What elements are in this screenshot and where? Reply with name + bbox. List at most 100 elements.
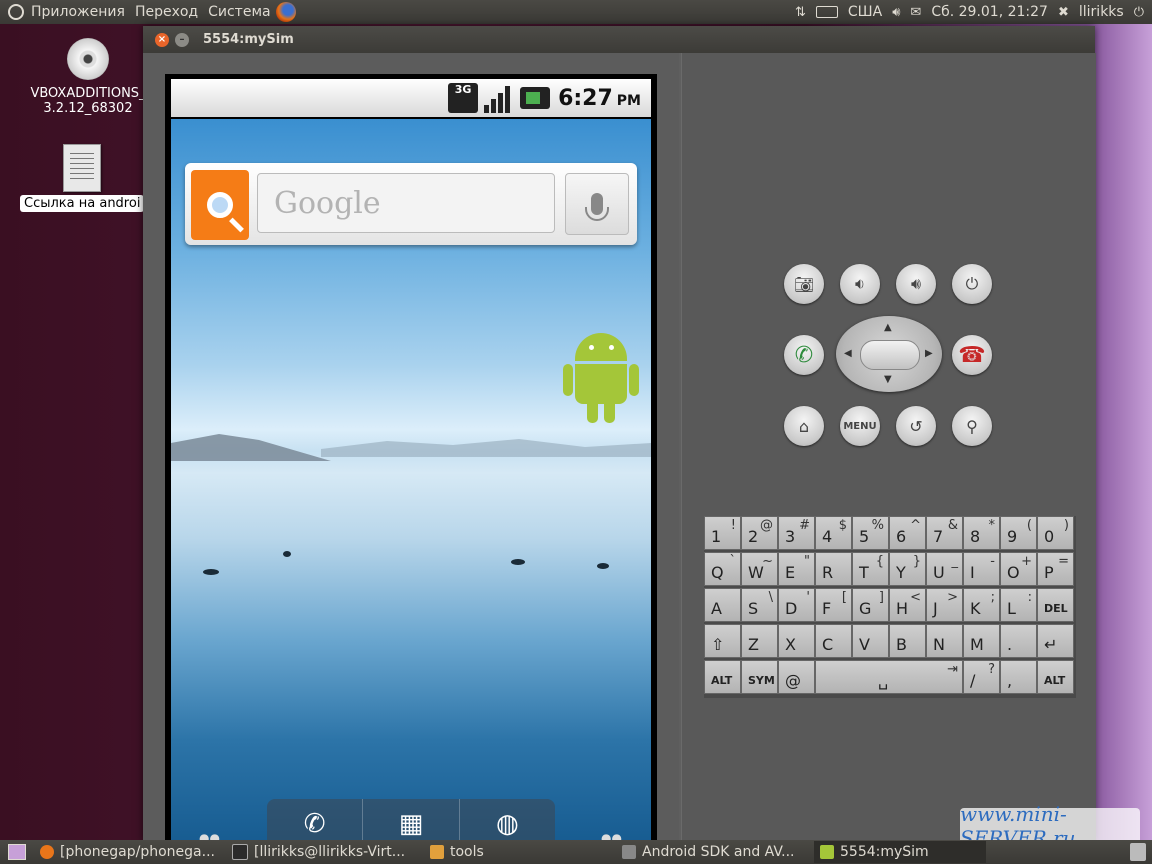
key-m[interactable]: M — [963, 624, 1000, 658]
taskbar-item-firefox[interactable]: [phonegap/phonega... — [34, 841, 226, 863]
voice-search-button[interactable] — [565, 173, 629, 235]
search-icon — [207, 192, 233, 218]
volume-up-button[interactable]: 🔊︎ — [896, 264, 936, 304]
key-j[interactable]: J > — [926, 588, 963, 622]
call-button[interactable]: ✆ — [784, 335, 824, 375]
keyboard-layout[interactable]: США — [848, 4, 882, 20]
home-wallpaper[interactable]: Google ●● ●● ✆ ▦ ◍ — [171, 119, 651, 842]
trash-icon[interactable] — [1130, 843, 1146, 861]
key-at[interactable]: @ — [778, 660, 815, 694]
key-g[interactable]: G] — [852, 588, 889, 622]
android-robot-icon[interactable] — [563, 329, 639, 425]
keyboard-icon[interactable] — [815, 6, 838, 18]
key-n[interactable]: N — [926, 624, 963, 658]
key-r[interactable]: R — [815, 552, 852, 586]
taskbar-item-tools[interactable]: tools — [424, 841, 616, 863]
dpad-right-icon[interactable]: ▶ — [925, 348, 933, 359]
key-sym[interactable]: SYM — [741, 660, 778, 694]
back-button[interactable]: ↺ — [896, 406, 936, 446]
key-l[interactable]: L: — [1000, 588, 1037, 622]
close-icon[interactable]: × — [155, 32, 169, 47]
key-8[interactable]: 8 * — [963, 516, 1000, 550]
key-q[interactable]: Q ` — [704, 552, 741, 586]
key-6[interactable]: 6 ^ — [889, 516, 926, 550]
home-button[interactable]: ⌂ — [784, 406, 824, 446]
dpad-center-button[interactable] — [860, 340, 920, 370]
key-del[interactable]: DEL — [1037, 588, 1074, 622]
dpad-down-icon[interactable]: ▼ — [884, 374, 892, 385]
key-v[interactable]: V — [852, 624, 889, 658]
menu-places[interactable]: Переход — [130, 4, 203, 20]
key-space[interactable]: ␣ ⇥ — [815, 660, 963, 694]
taskbar-item-android-sdk[interactable]: Android SDK and AV... — [616, 841, 814, 863]
dpad-left-icon[interactable]: ◀ — [844, 348, 852, 359]
end-call-button[interactable]: ☎ — [952, 335, 992, 375]
key-slash[interactable]: /? — [963, 660, 1000, 694]
network-icon[interactable]: ⇅ — [795, 5, 806, 20]
dpad[interactable]: ▲ ▼ ◀ ▶ — [836, 316, 942, 392]
key-d[interactable]: D ' — [778, 588, 815, 622]
key-i[interactable]: I- — [963, 552, 1000, 586]
key-alt-left[interactable]: ALT — [704, 660, 741, 694]
key-shift[interactable]: ⇧ — [704, 624, 741, 658]
key-h[interactable]: H < — [889, 588, 926, 622]
key-w[interactable]: W ~ — [741, 552, 778, 586]
menu-applications[interactable]: Приложения — [26, 4, 130, 20]
desktop-icon-vboxadditions[interactable]: VBOXADDITIONS_ 3.2.12_68302 — [20, 38, 156, 116]
firefox-launcher-icon[interactable] — [275, 2, 296, 22]
user-name[interactable]: llirikks — [1079, 4, 1124, 20]
taskbar-item-terminal[interactable]: [llirikks@llirikks-Virt... — [226, 841, 424, 863]
key-c[interactable]: C — [815, 624, 852, 658]
volume-icon[interactable]: 🔊︎ — [892, 5, 900, 20]
key-3[interactable]: 3 # — [778, 516, 815, 550]
key-o[interactable]: O + — [1000, 552, 1037, 586]
ubuntu-logo-icon[interactable] — [8, 4, 24, 20]
key-0[interactable]: 0) — [1037, 516, 1074, 550]
menu-system[interactable]: Система — [203, 4, 275, 20]
key-k[interactable]: K; — [963, 588, 1000, 622]
key-5[interactable]: 5% — [852, 516, 889, 550]
minimize-icon[interactable]: – — [175, 32, 189, 47]
camera-button[interactable]: 📷︎ — [784, 264, 824, 304]
key-y[interactable]: Y} — [889, 552, 926, 586]
key-a[interactable]: A — [704, 588, 741, 622]
dpad-up-icon[interactable]: ▲ — [884, 322, 892, 333]
key-x[interactable]: X — [778, 624, 815, 658]
phone-status-bar[interactable]: 3G 6:27 PM — [171, 79, 651, 117]
key-s[interactable]: S \ — [741, 588, 778, 622]
menu-button[interactable]: MENU — [840, 406, 880, 446]
key-alt-right[interactable]: ALT — [1037, 660, 1074, 694]
search-input[interactable]: Google — [257, 173, 555, 233]
phone-screen[interactable]: 3G 6:27 PM Google ●● ●● ✆ ▦ ◍ — [165, 74, 657, 842]
key-1[interactable]: 1! — [704, 516, 741, 550]
user-status-icon[interactable]: ✖ — [1058, 5, 1069, 20]
key-7[interactable]: 7 & — [926, 516, 963, 550]
key-4[interactable]: 4 $ — [815, 516, 852, 550]
key-enter[interactable]: ↵ — [1037, 624, 1074, 658]
key-u[interactable]: U _ — [926, 552, 963, 586]
volume-down-button[interactable]: 🔉︎ — [840, 264, 880, 304]
key-p[interactable]: P = — [1037, 552, 1074, 586]
search-button[interactable]: ⚲ — [952, 406, 992, 446]
key-2[interactable]: 2 @ — [741, 516, 778, 550]
taskbar-item-mysim[interactable]: 5554:mySim — [814, 841, 986, 863]
power-icon[interactable]: ⏻ — [1134, 5, 1144, 20]
key-f[interactable]: F[ — [815, 588, 852, 622]
phone-icon[interactable]: ✆ — [267, 799, 364, 842]
key-comma[interactable]: , — [1000, 660, 1037, 694]
search-source-button[interactable] — [191, 170, 249, 240]
power-button[interactable]: ⏻ — [952, 264, 992, 304]
window-titlebar[interactable]: × – 5554:mySim — [143, 26, 1095, 53]
key-period[interactable]: . — [1000, 624, 1037, 658]
mail-icon[interactable]: ✉ — [910, 5, 921, 20]
key-b[interactable]: B — [889, 624, 926, 658]
desktop-icon-android-link[interactable]: Ссылка на androi — [20, 144, 145, 212]
key-t[interactable]: T{ — [852, 552, 889, 586]
key-9[interactable]: 9( — [1000, 516, 1037, 550]
apps-grid-icon[interactable]: ▦ — [363, 799, 460, 842]
browser-icon[interactable]: ◍ — [460, 799, 555, 842]
show-desktop-icon[interactable] — [8, 844, 26, 860]
clock[interactable]: Сб. 29.01, 21:27 — [931, 4, 1048, 20]
key-e[interactable]: E " — [778, 552, 815, 586]
key-z[interactable]: Z — [741, 624, 778, 658]
